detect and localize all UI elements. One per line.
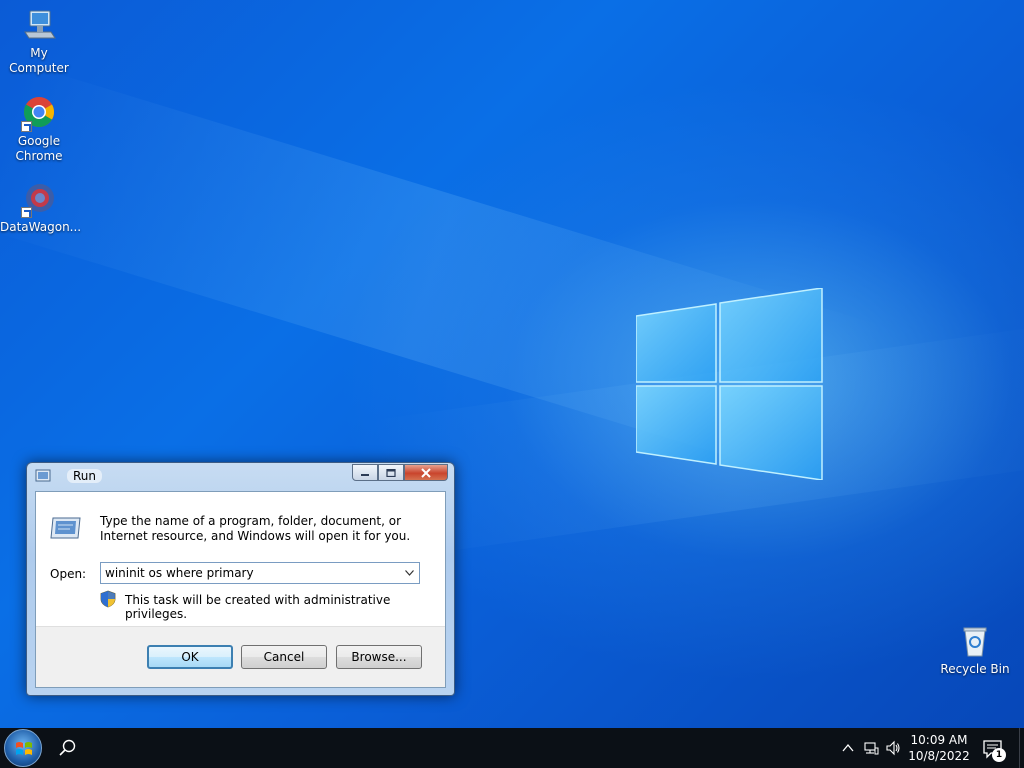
computer-icon [21, 8, 57, 44]
run-description: Type the name of a program, folder, docu… [100, 514, 411, 543]
chevron-down-icon [404, 570, 414, 576]
close-button[interactable] [404, 464, 448, 481]
run-dialog: Run Type the name of a program, folder, … [26, 462, 455, 696]
datawagon-icon [21, 182, 57, 218]
uac-shield-icon [100, 590, 116, 608]
open-input[interactable] [105, 565, 395, 581]
desktop-icon-recycle-bin[interactable]: Recycle Bin [936, 624, 1014, 677]
browse-button[interactable]: Browse... [336, 645, 422, 669]
run-icon [35, 469, 51, 482]
desktop-icon-datawagon[interactable]: DataWagon... [0, 182, 82, 235]
open-label: Open: [50, 567, 87, 581]
maximize-icon [386, 468, 396, 477]
cancel-button[interactable]: Cancel [241, 645, 327, 669]
windows-flag-icon [16, 742, 32, 755]
run-dialog-body: Type the name of a program, folder, docu… [35, 491, 446, 688]
admin-privileges-note: This task will be created with administr… [125, 593, 391, 621]
clock-time: 10:09 AM [910, 733, 968, 747]
desktop-icon-label: My Computer [9, 46, 69, 75]
clock-date: 10/8/2022 [908, 749, 970, 763]
maximize-button[interactable] [378, 464, 404, 481]
recycle-bin-icon [957, 624, 993, 660]
desktop-icon-label: Recycle Bin [940, 662, 1010, 676]
combo-dropdown-button[interactable] [401, 565, 417, 581]
run-program-icon [50, 517, 81, 539]
start-button[interactable] [4, 729, 42, 767]
desktop: My Computer Google Chrome DataWagon... R… [0, 0, 1024, 728]
run-title: Run [67, 469, 103, 483]
minimize-button[interactable] [352, 464, 378, 481]
chevron-up-icon[interactable] [840, 740, 856, 756]
search-icon[interactable] [58, 738, 78, 758]
minimize-icon [361, 473, 369, 476]
open-combobox[interactable] [100, 562, 420, 584]
desktop-icon-my-computer[interactable]: My Computer [0, 8, 78, 76]
taskbar: 10:09 AM 10/8/2022 1 [0, 728, 1024, 768]
ok-button[interactable]: OK [147, 645, 233, 669]
shortcut-arrow-icon [21, 207, 32, 218]
chrome-icon [21, 96, 57, 132]
taskbar-clock[interactable]: 10:09 AM 10/8/2022 [908, 732, 970, 764]
run-titlebar[interactable]: Run [27, 463, 454, 489]
network-icon[interactable] [863, 740, 879, 756]
volume-icon[interactable] [885, 740, 901, 756]
run-button-bar: OK Cancel Browse... [36, 626, 445, 687]
shortcut-arrow-icon [21, 121, 32, 132]
desktop-icon-label: Google Chrome [15, 134, 63, 163]
close-icon [421, 467, 431, 478]
desktop-icon-google-chrome[interactable]: Google Chrome [0, 96, 78, 164]
notification-badge: 1 [992, 748, 1006, 762]
show-desktop-button[interactable] [1019, 728, 1024, 768]
desktop-icon-label: DataWagon... [0, 220, 82, 234]
windows-logo-icon [636, 288, 823, 480]
